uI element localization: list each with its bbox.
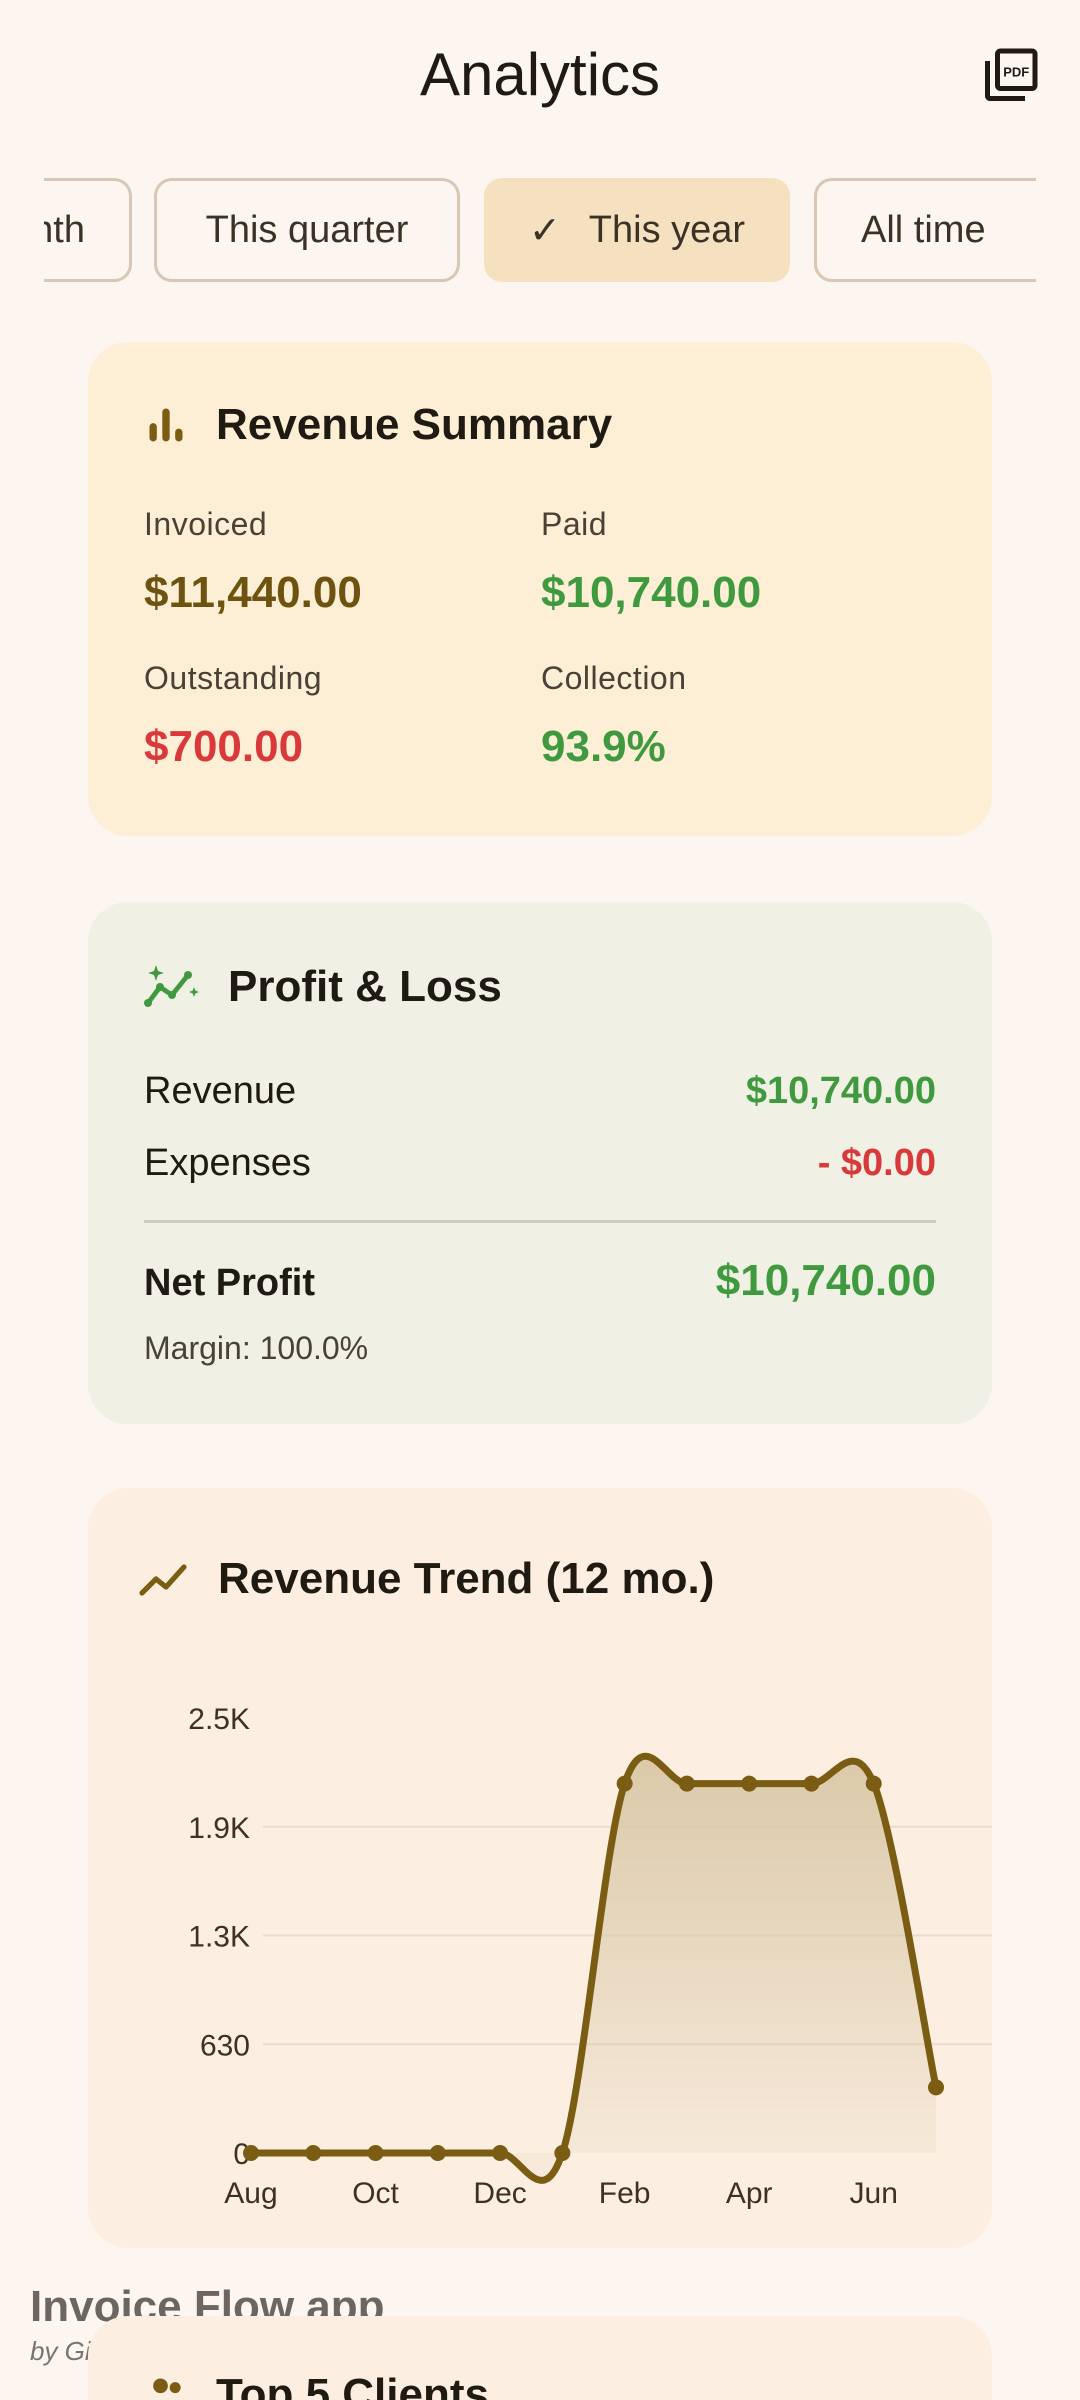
revenue-summary-header: Revenue Summary [144, 400, 612, 450]
net-profit-value: $10,740.00 [715, 1256, 936, 1305]
x-tick-label: Apr [726, 2177, 773, 2210]
pl-expenses-value: - $0.00 [817, 1142, 936, 1184]
top-clients-title: Top 5 Clients [216, 2370, 489, 2400]
data-point[interactable] [616, 1775, 633, 1792]
invoiced-value: $11,440.00 [144, 568, 362, 617]
data-point[interactable] [741, 1775, 758, 1792]
x-tick-label: Dec [473, 2177, 526, 2210]
revenue-trend-chart: 06301.3K1.9K2.5K Aug Oct Dec Feb Apr Jun [188, 1703, 992, 2210]
collection-value: 93.9% [541, 722, 666, 771]
trending-up-icon [139, 1564, 187, 1596]
check-icon: ✓ [528, 209, 561, 252]
x-tick-label: Oct [352, 2177, 399, 2210]
data-point[interactable] [429, 2145, 446, 2161]
revenue-trend-header: Revenue Trend (12 mo.) [138, 1554, 714, 1604]
data-point[interactable] [928, 2079, 944, 2096]
pl-revenue-value: $10,740.00 [745, 1070, 936, 1112]
x-tick-label: Jun [850, 2177, 898, 2210]
y-tick-label: 1.9K [188, 1812, 250, 1845]
trending-sparkle-icon [144, 965, 199, 1007]
data-point[interactable] [865, 1775, 882, 1792]
chip-all-time[interactable]: All time [814, 178, 1036, 282]
margin-text: Margin: 100.0% [144, 1330, 369, 1366]
data-point[interactable] [243, 2145, 259, 2161]
chip-this-month-label: nth [44, 208, 85, 251]
revenue-summary-card: Revenue Summary Invoiced $11,440.00 Paid… [88, 342, 992, 836]
chip-this-year-label: This year [588, 208, 746, 251]
bar-chart-icon [149, 408, 183, 442]
y-tick-label: 1.3K [188, 1921, 250, 1954]
net-profit-label: Net Profit [144, 1262, 315, 1304]
chip-all-time-label: All time [861, 208, 986, 251]
paid-value: $10,740.00 [541, 568, 762, 617]
outstanding-value: $700.00 [144, 722, 304, 771]
x-tick-label: Feb [599, 2177, 651, 2210]
pl-revenue-row: Revenue $10,740.00 [144, 1070, 936, 1113]
svg-text:PDF: PDF [1003, 65, 1029, 80]
y-tick-label: 2.5K [188, 1703, 250, 1736]
data-point[interactable] [367, 2145, 384, 2161]
pdf-icon: PDF [985, 48, 1038, 101]
chip-this-quarter[interactable]: This quarter [154, 178, 460, 282]
pl-revenue-label: Revenue [144, 1070, 297, 1112]
page-title: Analytics [419, 41, 661, 108]
x-tick-label: Aug [224, 2177, 277, 2210]
revenue-summary-title: Revenue Summary [216, 400, 613, 449]
collection-label: Collection [541, 660, 687, 696]
data-point[interactable] [803, 1775, 820, 1792]
pl-divider [144, 1220, 936, 1223]
top-clients-header: Top 5 Clients [144, 2370, 489, 2400]
pl-expenses-label: Expenses [144, 1142, 311, 1184]
app-bar: Analytics PDF [0, 0, 1080, 150]
chip-this-year[interactable]: ✓ This year [484, 178, 790, 282]
top-clients-card: Top 5 Clients [88, 2316, 992, 2400]
profit-loss-title: Profit & Loss [228, 962, 502, 1011]
pl-expenses-row: Expenses - $0.00 [144, 1142, 936, 1185]
data-point[interactable] [678, 1775, 695, 1792]
y-tick-label: 630 [200, 2029, 250, 2062]
chip-this-quarter-label: This quarter [205, 208, 409, 251]
data-point[interactable] [554, 2145, 571, 2161]
chip-this-month[interactable]: nth [44, 178, 132, 282]
invoiced-label: Invoiced [144, 506, 268, 542]
export-pdf-button[interactable]: PDF [978, 44, 1042, 108]
revenue-trend-card: Revenue Trend (12 mo.) 0 630 1.3K 1.9K 2.5K … [88, 1488, 992, 2248]
period-filter-chips: nth This quarter ✓ This year All time [44, 178, 1036, 284]
revenue-trend-title: Revenue Trend (12 mo.) [218, 1554, 715, 1603]
pl-net-row: Net Profit $10,740.00 [144, 1256, 936, 1306]
data-point[interactable] [305, 2145, 322, 2161]
data-point[interactable] [492, 2145, 509, 2161]
people-icon [153, 2378, 181, 2394]
paid-label: Paid [541, 506, 608, 542]
outstanding-label: Outstanding [144, 660, 323, 696]
profit-loss-header: Profit & Loss [144, 962, 502, 1012]
profit-loss-card: Profit & Loss Revenue $10,740.00 Expense… [88, 902, 992, 1424]
